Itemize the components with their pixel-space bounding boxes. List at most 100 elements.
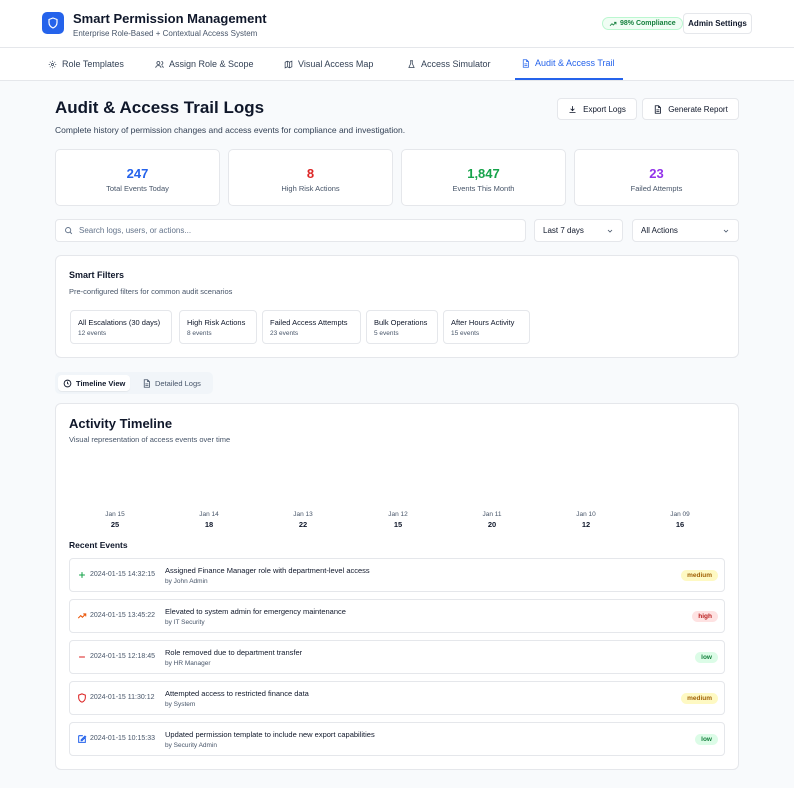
timeline-day: Jan 11 20 (462, 511, 522, 529)
tab-assign-role[interactable]: Assign Role & Scope (149, 48, 260, 80)
filter-chip-high-risk[interactable]: High Risk Actions 8 events (179, 310, 257, 344)
minus-icon (79, 656, 85, 658)
filter-chip-count: 5 events (374, 330, 399, 337)
event-actor: by System (165, 701, 196, 708)
stat-value: 1,847 (467, 166, 500, 181)
timeline-day: Jan 13 22 (273, 511, 333, 529)
event-time: 2024-01-15 14:32:15 (90, 571, 155, 578)
trending-up-icon (77, 613, 87, 619)
event-time: 2024-01-15 10:15:33 (90, 735, 155, 742)
day-count: 22 (298, 520, 308, 529)
event-message: Updated permission template to include n… (165, 730, 375, 739)
plus-icon (79, 572, 85, 578)
gear-icon (48, 60, 57, 68)
event-row[interactable]: 2024-01-15 13:45:22 Elevated to system a… (69, 599, 725, 633)
stat-label: Events This Month (452, 184, 515, 193)
filter-chip-count: 15 events (451, 330, 480, 337)
smart-filters-subtitle: Pre-configured filters for common audit … (69, 287, 233, 296)
search-input[interactable] (79, 226, 499, 235)
tab-role-templates[interactable]: Role Templates (42, 48, 130, 80)
event-row[interactable]: 2024-01-15 12:18:45 Role removed due to … (69, 640, 725, 674)
day-count: 16 (675, 520, 685, 529)
actions-value: All Actions (641, 226, 678, 235)
day-count: 15 (393, 520, 403, 529)
risk-badge: medium (681, 570, 718, 581)
filter-chip-bulk-ops[interactable]: Bulk Operations 5 events (366, 310, 438, 344)
filter-chip-count: 8 events (187, 330, 212, 337)
day-date: Jan 11 (482, 511, 502, 518)
day-count: 18 (204, 520, 214, 529)
day-count: 20 (487, 520, 497, 529)
app-title: Smart Permission Management (73, 11, 267, 26)
day-date: Jan 10 (576, 511, 596, 518)
filter-chip-label: Bulk Operations (374, 318, 428, 327)
risk-badge: medium (681, 693, 718, 704)
tab-visual-access-map[interactable]: Visual Access Map (278, 48, 379, 80)
risk-badge: low (695, 734, 718, 745)
document-icon (655, 104, 662, 114)
stat-total-events: 247 Total Events Today (55, 149, 220, 206)
day-date: Jan 13 (293, 511, 313, 518)
document-icon (143, 378, 150, 388)
edit-icon (78, 735, 87, 743)
app-header: Smart Permission Management Enterprise R… (0, 0, 794, 48)
stat-label: Failed Attempts (630, 184, 683, 193)
tab-label: Role Templates (62, 59, 124, 69)
event-row[interactable]: 2024-01-15 10:15:33 Updated permission t… (69, 722, 725, 756)
date-range-select[interactable]: Last 7 days (534, 219, 623, 242)
stat-label: High Risk Actions (281, 184, 340, 193)
chevron-down-icon (607, 229, 613, 233)
filter-chip-label: All Escalations (30 days) (78, 318, 161, 327)
stat-label: Total Events Today (106, 184, 169, 193)
recent-events-title: Recent Events (69, 540, 128, 550)
event-row[interactable]: 2024-01-15 14:32:15 Assigned Finance Man… (69, 558, 725, 592)
admin-settings-button[interactable]: Admin Settings (683, 13, 752, 34)
filter-chip-count: 23 events (270, 330, 299, 337)
day-date: Jan 14 (199, 511, 219, 518)
page-title: Audit & Access Trail Logs (55, 98, 265, 117)
actions-select[interactable]: All Actions (632, 219, 739, 242)
timeline-view-label: Timeline View (76, 378, 126, 388)
timeline-view-button[interactable]: Timeline View (58, 375, 131, 391)
users-icon (155, 60, 164, 68)
date-range-value: Last 7 days (543, 226, 584, 235)
event-time: 2024-01-15 12:18:45 (90, 653, 155, 660)
tab-label: Audit & Access Trail (535, 58, 615, 68)
filter-chip-escalations[interactable]: All Escalations (30 days) 12 events (70, 310, 172, 344)
event-row[interactable]: 2024-01-15 11:30:12 Attempted access to … (69, 681, 725, 715)
day-date: Jan 15 (105, 511, 125, 518)
clock-icon (63, 379, 72, 387)
day-count: 25 (110, 520, 120, 529)
filter-chip-label: Failed Access Attempts (270, 318, 348, 327)
day-date: Jan 09 (670, 511, 690, 518)
compliance-text: 98% Compliance (620, 20, 676, 27)
timeline-title: Activity Timeline (69, 416, 173, 431)
tab-access-simulator[interactable]: Access Simulator (401, 48, 497, 80)
generate-report-button[interactable]: Generate Report (642, 98, 739, 120)
filter-chip-count: 12 events (78, 330, 107, 337)
event-actor: by HR Manager (165, 660, 211, 667)
export-logs-button[interactable]: Export Logs (557, 98, 637, 120)
filter-chip-after-hours[interactable]: After Hours Activity 15 events (443, 310, 530, 344)
trending-up-icon (609, 21, 617, 26)
chevron-down-icon (723, 229, 729, 233)
tab-label: Assign Role & Scope (169, 59, 254, 69)
page-description: Complete history of permission changes a… (55, 125, 406, 135)
event-actor: by IT Security (165, 619, 205, 626)
main-tabs: Role Templates Assign Role & Scope Visua… (0, 48, 794, 81)
event-actor: by Security Admin (165, 742, 218, 749)
timeline-day: Jan 09 16 (650, 511, 710, 529)
event-time: 2024-01-15 13:45:22 (90, 612, 155, 619)
tab-audit-trail[interactable]: Audit & Access Trail (515, 48, 623, 80)
shield-logo-icon (42, 12, 64, 34)
event-actor: by John Admin (165, 578, 208, 585)
search-box (55, 219, 526, 242)
timeline-subtitle: Visual representation of access events o… (69, 435, 231, 444)
event-message: Role removed due to department transfer (165, 648, 303, 657)
view-toggle: Timeline View Detailed Logs (55, 372, 213, 394)
timeline-day: Jan 14 18 (179, 511, 239, 529)
filter-chip-failed-access[interactable]: Failed Access Attempts 23 events (262, 310, 361, 344)
timeline-day: Jan 10 12 (556, 511, 616, 529)
compliance-badge: 98% Compliance (602, 17, 683, 30)
detailed-logs-button[interactable]: Detailed Logs (137, 375, 206, 391)
